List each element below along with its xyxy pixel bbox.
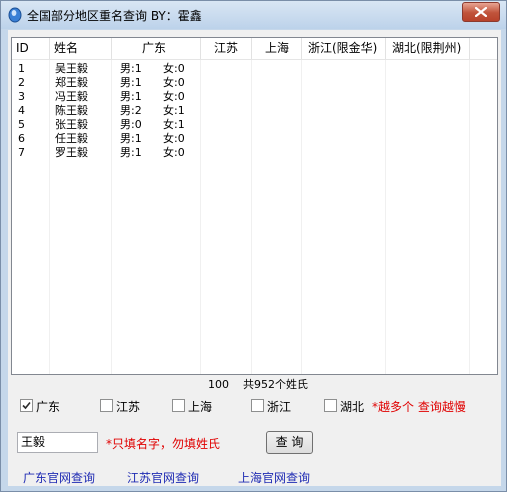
link-guangdong-official[interactable]: 广东官网查询 <box>23 469 95 486</box>
results-table[interactable]: ID 姓名 广东 江苏 上海 浙江(限金华) 湖北(限荆州) 1 吴王毅 男:1… <box>11 37 498 375</box>
cell-male: 男:0 <box>120 118 142 131</box>
col-header-filler <box>470 38 497 59</box>
input-hint: *只填名字，勿填姓氏 <box>106 437 221 451</box>
checkbox-label: 湖北 <box>340 400 365 414</box>
cell-male: 男:1 <box>120 90 142 103</box>
cell-female: 女:0 <box>163 62 185 75</box>
cell-name: 罗王毅 <box>55 146 88 159</box>
checkbox-label: 江苏 <box>116 400 141 414</box>
app-window: 全国部分地区重名查询 BY：霍鑫 ID 姓名 广东 江苏 上海 浙江(限金华) … <box>0 0 507 492</box>
cell-id: 3 <box>18 90 25 103</box>
cell-id: 7 <box>18 146 25 159</box>
checkbox-box[interactable] <box>324 399 337 412</box>
cell-female: 女:0 <box>163 76 185 89</box>
cell-id: 1 <box>18 62 25 75</box>
cell-female: 女:1 <box>163 118 185 131</box>
cell-male: 男:1 <box>120 76 142 89</box>
col-header-hubei[interactable]: 湖北(限荆州) <box>386 38 470 59</box>
cell-id: 5 <box>18 118 25 131</box>
checkbox-box[interactable] <box>100 399 113 412</box>
client-area: ID 姓名 广东 江苏 上海 浙江(限金华) 湖北(限荆州) 1 吴王毅 男:1… <box>8 30 501 486</box>
header-divider <box>12 59 497 60</box>
cell-name: 任王毅 <box>55 132 88 145</box>
query-button[interactable]: 查 询 <box>266 431 313 454</box>
checkmark-icon <box>22 401 31 410</box>
cell-name: 冯王毅 <box>55 90 88 103</box>
checkbox-label: 上海 <box>188 400 213 414</box>
cell-id: 2 <box>18 76 25 89</box>
cell-female: 女:1 <box>163 104 185 117</box>
cell-id: 6 <box>18 132 25 145</box>
link-jiangsu-official[interactable]: 江苏官网查询 <box>127 469 199 486</box>
cell-male: 男:1 <box>120 62 142 75</box>
cell-female: 女:0 <box>163 146 185 159</box>
checkbox-box[interactable] <box>20 399 33 412</box>
app-icon <box>8 7 22 23</box>
cell-id: 4 <box>18 104 25 117</box>
col-header-guangdong[interactable]: 广东 <box>112 38 201 59</box>
col-header-zhejiang[interactable]: 浙江(限金华) <box>302 38 386 59</box>
surname-total: 共952个姓氏 <box>243 378 308 391</box>
cell-name: 张王毅 <box>55 118 88 131</box>
progress-count: 100 <box>208 378 229 391</box>
column-divider <box>111 60 112 374</box>
checkbox-box[interactable] <box>251 399 264 412</box>
column-divider <box>469 60 470 374</box>
name-input[interactable]: 王毅 <box>17 432 98 453</box>
close-button[interactable] <box>462 2 500 22</box>
link-shanghai-official[interactable]: 上海官网查询 <box>238 469 310 486</box>
cell-female: 女:0 <box>163 132 185 145</box>
cell-name: 吴王毅 <box>55 62 88 75</box>
column-divider <box>385 60 386 374</box>
window-title: 全国部分地区重名查询 BY：霍鑫 <box>27 9 202 23</box>
col-header-id[interactable]: ID <box>12 38 50 59</box>
cell-female: 女:0 <box>163 90 185 103</box>
column-divider <box>301 60 302 374</box>
checkbox-label: 广东 <box>36 400 61 414</box>
cell-male: 男:2 <box>120 104 142 117</box>
cell-male: 男:1 <box>120 132 142 145</box>
col-header-shanghai[interactable]: 上海 <box>252 38 302 59</box>
col-header-name[interactable]: 姓名 <box>50 38 112 59</box>
title-bar[interactable]: 全国部分地区重名查询 BY：霍鑫 <box>1 1 506 29</box>
status-line: 100 共952个姓氏 <box>208 376 308 392</box>
cell-male: 男:1 <box>120 146 142 159</box>
column-divider <box>200 60 201 374</box>
speed-warning: *越多个 查询越慢 <box>372 400 466 414</box>
column-divider <box>251 60 252 374</box>
close-icon <box>475 7 487 17</box>
checkbox-box[interactable] <box>172 399 185 412</box>
cell-name: 郑王毅 <box>55 76 88 89</box>
cell-name: 陈王毅 <box>55 104 88 117</box>
col-header-jiangsu[interactable]: 江苏 <box>201 38 252 59</box>
checkbox-label: 浙江 <box>267 400 292 414</box>
column-divider <box>49 60 50 374</box>
